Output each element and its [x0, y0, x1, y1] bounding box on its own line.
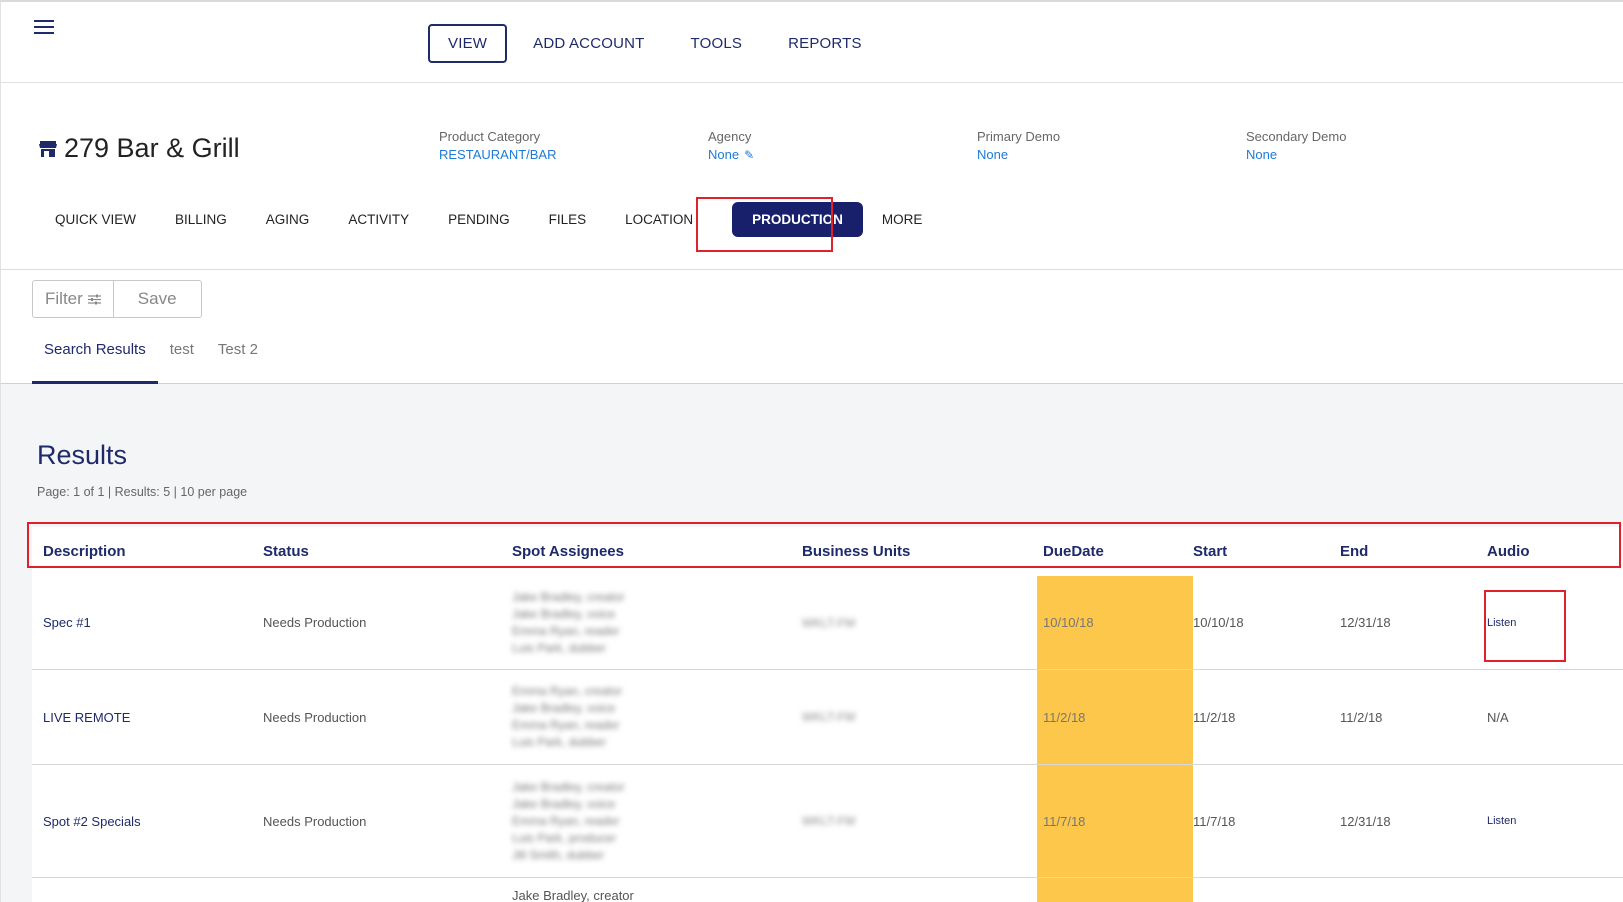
assignee: Jake Bradley, creator [512, 888, 634, 902]
top-navigation-bar: VIEW ADD ACCOUNT TOOLS REPORTS [0, 0, 1623, 83]
results-title: Results [37, 440, 128, 470]
row-assignees-cell: Emma Ryan, creator Jake Bradley, voice E… [512, 670, 802, 764]
row-business-unit: WKLT-FM [802, 814, 856, 828]
assignee: Jill Smith, dubber [512, 847, 605, 862]
row-end: 11/2/18 [1340, 709, 1383, 725]
row-start: 10/10/18 [1193, 615, 1244, 630]
tab-files[interactable]: FILES [549, 212, 587, 227]
nav-view-button[interactable]: VIEW [428, 24, 508, 63]
secondary-demo-label: Secondary Demo [1246, 129, 1347, 144]
product-category-value[interactable]: RESTAURANT/BAR [439, 147, 557, 162]
results-table: Description Status Spot Assignees Busine… [32, 527, 1623, 902]
account-name: 279 Bar & Grill [64, 133, 240, 163]
row-status: Needs Production [263, 615, 367, 630]
tab-more[interactable]: MORE [882, 212, 923, 227]
assignee: Jake Bradley, voice [512, 606, 616, 621]
tab-search-results[interactable]: Search Results [32, 340, 158, 384]
row-due-date: 10/10/18 [1037, 576, 1193, 669]
agency-field: Agency None ✎ [708, 129, 754, 162]
tab-location[interactable]: LOCATION [625, 212, 693, 227]
assignee: Luis Park, dubber [512, 640, 607, 655]
row-status: Needs Production [263, 709, 367, 725]
assignee: Jake Bradley, voice [512, 796, 616, 811]
production-tab-highlight [696, 197, 833, 252]
row-start: 11/7/18 [1193, 813, 1236, 829]
row-assignees: Jake Bradley, creator Jake Bradley, voic… [512, 589, 625, 657]
tab-test-2[interactable]: Test 2 [206, 340, 270, 384]
pagination-info: Page: 1 of 1 | Results: 5 | 10 per page [37, 485, 248, 499]
nav-reports-button[interactable]: REPORTS [788, 35, 862, 52]
store-icon [39, 140, 57, 157]
row-due-date [1037, 878, 1193, 902]
tab-billing[interactable]: BILLING [175, 212, 227, 227]
hamburger-menu-icon[interactable] [34, 20, 54, 36]
assignee: Emma Ryan, reader [512, 623, 620, 638]
row-description-link[interactable]: Spot #2 Specials [43, 814, 141, 829]
product-category-field: Product Category RESTAURANT/BAR [439, 129, 557, 162]
primary-demo-field: Primary Demo None [977, 129, 1060, 162]
assignee: Jake Bradley, creator [512, 779, 625, 794]
row-status: Needs Production [263, 813, 367, 829]
secondary-demo-field: Secondary Demo None [1246, 129, 1346, 162]
table-row[interactable]: Jake Bradley, creator [32, 878, 1623, 902]
search-tabs: Search Results test Test 2 [32, 340, 270, 384]
row-assignees-cell: Jake Bradley, creator Jake Bradley, voic… [512, 576, 802, 669]
agency-label: Agency [708, 129, 752, 144]
assignee: Emma Ryan, reader [512, 718, 620, 732]
table-row[interactable]: Spec #1 Needs Production Jake Bradley, c… [32, 576, 1623, 670]
tab-pending[interactable]: PENDING [448, 212, 510, 227]
save-button[interactable]: Save [112, 281, 201, 317]
assignee: Jake Bradley, creator [512, 589, 625, 604]
filter-section: Filter Save Search Results test Test 2 [0, 270, 1623, 384]
primary-demo-label: Primary Demo [977, 129, 1061, 144]
row-end: 12/31/18 [1340, 813, 1391, 829]
row-assignees: Jake Bradley, creator Jake Bradley, voic… [512, 779, 625, 864]
tab-activity[interactable]: ACTIVITY [348, 212, 409, 227]
filter-save-group: Filter Save [32, 280, 202, 318]
row-start: 11/2/18 [1193, 709, 1236, 725]
nav-tools-button[interactable]: TOOLS [691, 35, 743, 52]
row-end: 12/31/18 [1340, 615, 1391, 630]
filter-button[interactable]: Filter [33, 281, 113, 317]
tab-test[interactable]: test [158, 340, 206, 384]
row-assignees-cell: Jake Bradley, creator Jake Bradley, voic… [512, 765, 802, 877]
assignee: Emma Ryan, creator [512, 684, 623, 698]
assignee: Luis Park, producer [512, 830, 617, 845]
assignee: Jake Bradley, voice [512, 701, 616, 715]
row-due-date: 11/2/18 [1037, 670, 1193, 764]
top-nav: VIEW ADD ACCOUNT TOOLS REPORTS [428, 24, 908, 63]
account-header: 279 Bar & Grill Product Category RESTAUR… [0, 83, 1623, 270]
row-business-unit: WKLT-FM [802, 710, 856, 724]
row-description-link[interactable]: LIVE REMOTE [43, 710, 130, 725]
tab-aging[interactable]: AGING [266, 212, 310, 227]
pencil-edit-icon[interactable]: ✎ [744, 148, 754, 162]
primary-demo-value[interactable]: None [977, 147, 1008, 162]
listen-link[interactable]: Listen [1487, 815, 1516, 827]
row-audio: N/A [1487, 709, 1509, 725]
row-assignees: Emma Ryan, creator Jake Bradley, voice E… [512, 683, 622, 751]
agency-value[interactable]: None [708, 147, 739, 162]
account-title: 279 Bar & Grill [39, 133, 240, 164]
table-row[interactable]: LIVE REMOTE Needs Production Emma Ryan, … [32, 670, 1623, 765]
tab-quick-view[interactable]: QUICK VIEW [55, 212, 136, 227]
row-description-link[interactable]: Spec #1 [43, 615, 91, 630]
product-category-label: Product Category [439, 129, 541, 144]
row-business-unit: WKLT-FM [802, 615, 856, 630]
table-row[interactable]: Spot #2 Specials Needs Production Jake B… [32, 765, 1623, 878]
assignee: Emma Ryan, reader [512, 813, 620, 828]
filter-label: Filter [45, 289, 83, 308]
assignee: Luis Park, dubber [512, 735, 607, 749]
listen-highlight [1484, 590, 1566, 662]
table-header-highlight [27, 522, 1621, 568]
results-section: Results Page: 1 of 1 | Results: 5 | 10 p… [0, 384, 1623, 902]
nav-add-account-button[interactable]: ADD ACCOUNT [533, 35, 644, 52]
secondary-demo-value[interactable]: None [1246, 147, 1277, 162]
row-due-date: 11/7/18 [1037, 765, 1193, 877]
sliders-icon [87, 294, 101, 304]
